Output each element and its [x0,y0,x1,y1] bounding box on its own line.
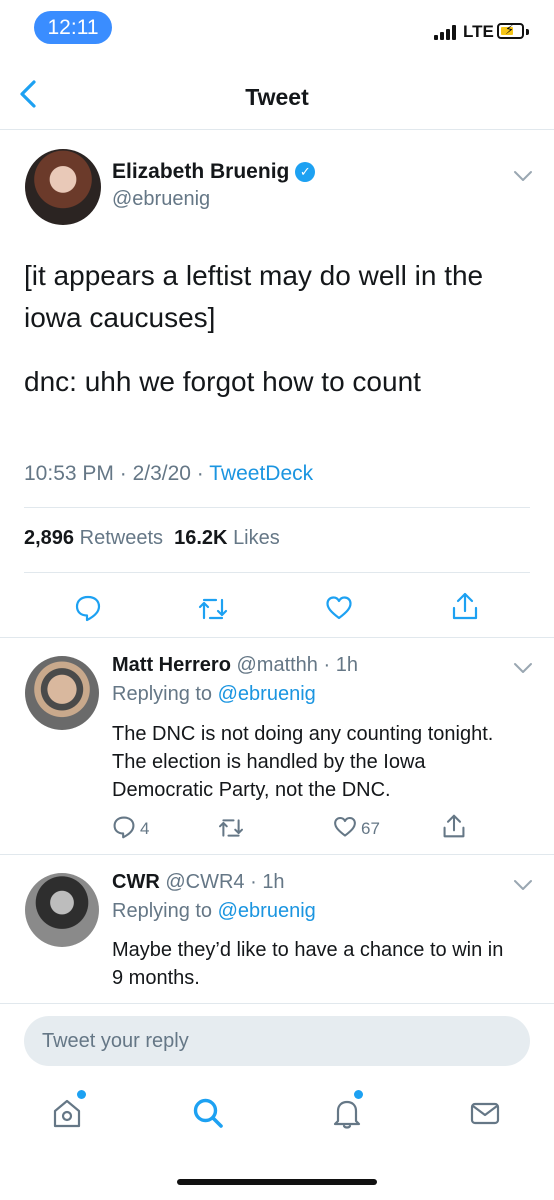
reply-header: CWR @CWR4 · 1h [112,871,285,893]
share-icon[interactable] [442,813,466,844]
reply-header: Matt Herrero @matthh · 1h [112,654,358,676]
chevron-down-icon[interactable] [513,661,533,673]
share-icon[interactable] [451,591,479,626]
unread-dot [77,1090,86,1099]
reply-tweet[interactable]: Matt Herrero @matthh · 1h Replying to @e… [0,637,554,854]
replying-label: Replying to [112,900,213,922]
unread-dot [354,1090,363,1099]
tab-bar [0,1080,554,1160]
tweet-date: 2/3/20 [132,462,191,485]
author-name[interactable]: Elizabeth Bruenig ✓ [112,160,316,184]
replying-to: Replying to @ebruenig [112,900,316,923]
reply-age: 1h [262,871,285,893]
divider [24,572,530,573]
retweets-count: 2,896 [24,527,75,549]
likes-label: Likes [233,527,280,549]
retweet-icon[interactable] [197,596,229,627]
reply-author-handle[interactable]: @CWR4 [165,871,244,893]
verified-badge-icon: ✓ [295,162,316,182]
bell-icon[interactable] [330,1096,364,1130]
heart-icon[interactable] [325,594,353,627]
home-icon[interactable] [50,1096,84,1130]
replying-label: Replying to [112,683,213,705]
reply-icon[interactable] [74,594,102,627]
reply-tweet[interactable]: CWR @CWR4 · 1h Replying to @ebruenig May… [0,854,554,1004]
reply-author-name[interactable]: CWR [112,871,160,893]
avatar[interactable] [25,656,99,730]
retweets-label: Retweets [79,527,163,549]
tweet-actions [0,586,554,630]
chevron-down-icon[interactable] [513,169,533,181]
replying-to-link[interactable]: @ebruenig [218,900,316,922]
status-bar: 12:11 LTE ⚡ [0,0,554,56]
author-handle[interactable]: @ebruenig [112,188,210,211]
chevron-down-icon[interactable] [513,878,533,890]
reply-author-name[interactable]: Matt Herrero [112,654,231,676]
retweet-icon[interactable] [217,817,245,844]
status-time: 12:11 [34,11,112,44]
avatar[interactable] [25,873,99,947]
battery-icon: ⚡ [497,22,524,39]
network-label: LTE [463,22,494,41]
signal-icon [434,24,460,40]
reply-text: The DNC is not doing any counting tonigh… [112,723,494,801]
retweets-stat[interactable]: 2,896 Retweets [24,527,163,549]
tweet-time: 10:53 PM [24,462,114,485]
reply-input[interactable]: Tweet your reply [24,1016,530,1066]
page-title: Tweet [245,84,309,110]
tweet-text-line-1: [it appears a leftist may do well in the… [24,260,484,333]
divider [24,507,530,508]
likes-count: 16.2K [174,527,228,549]
avatar[interactable] [25,149,101,225]
replying-to-link[interactable]: @ebruenig [218,683,316,705]
home-indicator [177,1179,377,1185]
tweet-source-link[interactable]: TweetDeck [209,462,313,485]
author-name-text: Elizabeth Bruenig [112,160,290,183]
battery-nub [526,29,529,35]
likes-stat[interactable]: 16.2K Likes [174,527,280,549]
reply-count: 4 [140,819,150,838]
heart-icon[interactable] [333,815,357,844]
tweet-stats: 2,896 Retweets 16.2K Likes [24,527,280,550]
reply-age: 1h [335,654,358,676]
tweet-text-line-2: dnc: uhh we forgot how to count [24,366,421,397]
reply-text: Maybe they’d like to have a chance to wi… [112,939,504,989]
reply-author-handle[interactable]: @matthh [236,654,317,676]
like-count: 67 [361,819,380,838]
search-icon[interactable] [191,1096,225,1130]
nav-bar: Tweet [0,62,554,130]
tweet-meta: 10:53 PM · 2/3/20 · TweetDeck [24,462,314,485]
replying-to: Replying to @ebruenig [112,683,316,706]
reply-icon[interactable] [112,815,136,844]
mail-icon[interactable] [468,1096,502,1130]
